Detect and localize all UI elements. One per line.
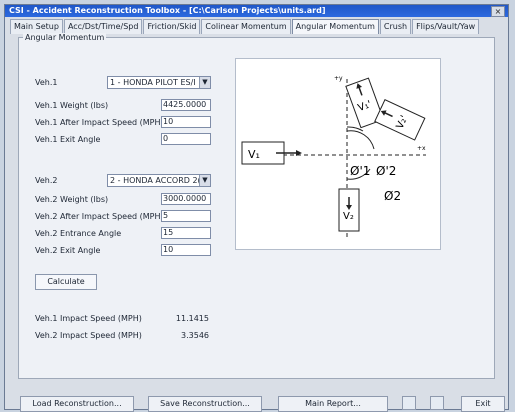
tab-colinear-momentum[interactable]: Colinear Momentum: [201, 19, 291, 34]
window-title: CSI - Accident Reconstruction Toolbox - …: [9, 6, 326, 15]
phi1-label: Ø'1: [350, 164, 370, 178]
veh1-selected-value: 1 - HONDA PILOT ES/I: [110, 78, 196, 87]
veh2-weight-field[interactable]: 3000.0000: [161, 193, 211, 205]
y-axis-label: +y: [334, 75, 343, 82]
v2prime-vector: V₂': [374, 99, 426, 141]
veh2-entrance-angle-field[interactable]: 15: [161, 227, 211, 239]
angle-arc-phi2p: [346, 130, 375, 150]
veh1-after-speed-field[interactable]: 10: [161, 116, 211, 128]
veh2-label: Veh.2: [35, 176, 58, 185]
tab-crush[interactable]: Crush: [379, 19, 412, 34]
veh1-impact-speed-label: Veh.1 Impact Speed (MPH): [35, 314, 142, 323]
save-reconstruction-button[interactable]: Save Reconstruction...: [148, 396, 262, 412]
phi2p-label: Ø'2: [376, 164, 396, 178]
close-icon[interactable]: ×: [491, 6, 505, 17]
veh1-impact-speed-value: 11.1415: [175, 314, 209, 323]
load-reconstruction-button[interactable]: Load Reconstruction...: [20, 396, 134, 412]
tab-acc-dst-time-spd[interactable]: Acc/Dst/Time/Spd: [63, 19, 143, 34]
tab-main-setup[interactable]: Main Setup: [10, 19, 63, 34]
veh2-exit-angle-field[interactable]: 10: [161, 244, 211, 256]
veh2-after-speed-field[interactable]: 5: [161, 210, 211, 222]
veh2-selected-value: 2 - HONDA ACCORD 2(: [110, 176, 201, 185]
veh2-impact-speed-value: 3.3546: [181, 331, 209, 340]
veh1-select[interactable]: 1 - HONDA PILOT ES/I ▼: [107, 76, 211, 89]
tab-angular-momentum[interactable]: Angular Momentum: [291, 19, 379, 34]
v2-vector: V₂: [338, 188, 360, 232]
momentum-diagram-svg: +y +x V₁ V₁' V₂' V₂ Ø'1 Ø'2 Ø2: [241, 75, 426, 237]
x-axis-label: +x: [417, 145, 426, 152]
veh2-entrance-angle-label: Veh.2 Entrance Angle: [35, 229, 122, 238]
veh1-weight-label: Veh.1 Weight (lbs): [35, 101, 109, 110]
veh1-exit-angle-field[interactable]: 0: [161, 133, 211, 145]
tab-friction-skid[interactable]: Friction/Skid: [143, 19, 201, 34]
tab-flips-vault-yaw[interactable]: Flips/Vault/Yaw: [412, 19, 480, 34]
veh2-select[interactable]: 2 - HONDA ACCORD 2( ▼: [107, 174, 211, 187]
chevron-down-icon[interactable]: ▼: [199, 175, 210, 186]
veh2-weight-label: Veh.2 Weight (lbs): [35, 195, 109, 204]
exit-button[interactable]: Exit: [461, 396, 505, 412]
window-titlebar: CSI - Accident Reconstruction Toolbox - …: [5, 5, 508, 17]
veh2-impact-speed-label: Veh.2 Impact Speed (MPH): [35, 331, 142, 340]
app-window: CSI - Accident Reconstruction Toolbox - …: [4, 4, 509, 412]
calculate-button[interactable]: Calculate: [35, 274, 97, 290]
veh2-exit-angle-label: Veh.2 Exit Angle: [35, 246, 101, 255]
help-icon[interactable]: [402, 396, 416, 410]
v1-label: V₁: [248, 148, 260, 161]
settings-icon[interactable]: [430, 396, 444, 410]
v1-vector: V₁: [241, 141, 302, 165]
panel-title: Angular Momentum: [23, 33, 107, 42]
veh1-exit-angle-label: Veh.1 Exit Angle: [35, 135, 101, 144]
veh1-after-speed-label: Veh.1 After Impact Speed (MPH): [35, 118, 164, 127]
phi2-label: Ø2: [384, 189, 401, 203]
momentum-diagram: +y +x V₁ V₁' V₂' V₂ Ø'1 Ø'2 Ø2: [235, 58, 441, 250]
veh1-label: Veh.1: [35, 78, 58, 87]
veh1-weight-field[interactable]: 4425.0000: [161, 99, 211, 111]
main-report-button[interactable]: Main Report...: [278, 396, 388, 412]
v2-label: V₂: [343, 211, 354, 222]
veh2-after-speed-label: Veh.2 After Impact Speed (MPH): [35, 212, 164, 221]
chevron-down-icon[interactable]: ▼: [199, 77, 210, 88]
angular-momentum-panel: Angular Momentum Veh.1 1 - HONDA PILOT E…: [18, 33, 495, 379]
